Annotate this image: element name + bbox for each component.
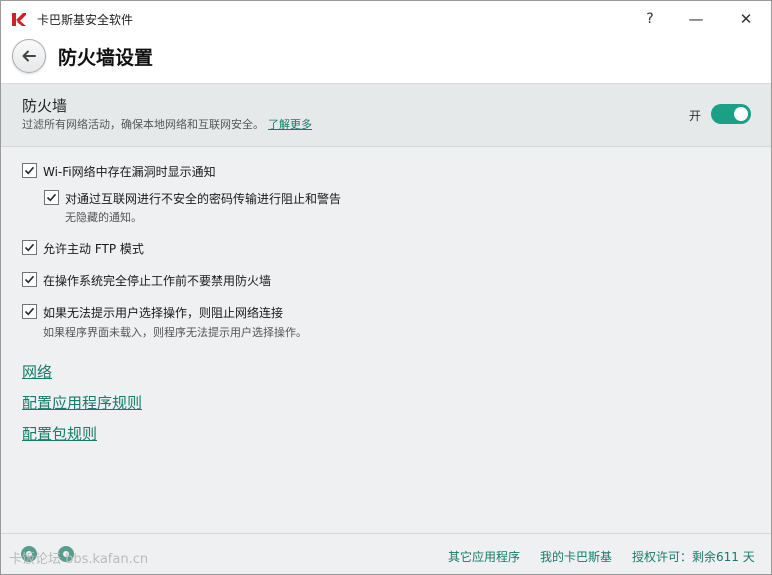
- toggle-state-label: 开: [689, 109, 702, 123]
- checkmark-icon: [24, 166, 35, 175]
- firewall-description-row: 过滤所有网络活动，确保本地网络和互联网安全。 了解更多: [22, 116, 312, 132]
- toggle-knob: [734, 107, 748, 121]
- back-button[interactable]: [12, 39, 46, 73]
- option-insecure-password: 对通过互联网进行不安全的密码传输进行阻止和警告: [44, 190, 444, 208]
- checkmark-icon: [46, 193, 57, 202]
- option-active-ftp: 允许主动 FTP 模式: [22, 240, 422, 258]
- checkmark-icon: [24, 243, 35, 252]
- footer: 卡饭论坛 bbs.kafan.cn 其它应用程序 我的卡巴斯基 授权许可：剩余6…: [1, 533, 771, 574]
- firewall-description: 过滤所有网络活动，确保本地网络和互联网安全。: [22, 118, 264, 131]
- option-label: 在操作系统完全停止工作前不要禁用防火墙: [43, 274, 272, 288]
- app-window: 卡巴斯基安全软件 ? — ✕ 防火墙设置 防火墙 过滤所有网络活动，确保本地网络…: [0, 0, 772, 575]
- network-link[interactable]: 网络: [22, 361, 52, 382]
- checkbox-insecure-password[interactable]: [44, 190, 59, 205]
- checkbox-wifi-vulnerability[interactable]: [22, 163, 37, 178]
- checkbox-block-connections[interactable]: [22, 304, 37, 319]
- checkmark-icon: [24, 307, 35, 316]
- option-block-connections: 如果无法提示用户选择操作，则阻止网络连接: [22, 304, 422, 322]
- option-label: 如果无法提示用户选择操作，则阻止网络连接: [43, 306, 284, 320]
- checkbox-keep-firewall[interactable]: [22, 272, 37, 287]
- packet-rules-link[interactable]: 配置包规则: [22, 423, 97, 444]
- help-button[interactable]: ?: [627, 1, 673, 37]
- page-title: 防火墙设置: [58, 47, 154, 69]
- checkbox-active-ftp[interactable]: [22, 240, 37, 255]
- learn-more-link[interactable]: 了解更多: [268, 118, 312, 131]
- page-header: 防火墙设置: [1, 37, 771, 84]
- main-content: 防火墙 过滤所有网络活动，确保本地网络和互联网安全。 了解更多 开 Wi-Fi网络…: [1, 84, 771, 533]
- minimize-button[interactable]: —: [673, 1, 719, 37]
- arrow-left-icon: [22, 50, 36, 62]
- option-note: 无隐藏的通知。: [65, 211, 142, 224]
- title-bar: 卡巴斯基安全软件 ? — ✕: [1, 1, 771, 37]
- window-title: 卡巴斯基安全软件: [37, 13, 134, 27]
- watermark: 卡饭论坛 bbs.kafan.cn: [9, 552, 149, 567]
- license-link[interactable]: 授权许可：剩余611 天: [632, 548, 755, 565]
- option-wifi-vulnerability: Wi-Fi网络中存在漏洞时显示通知: [22, 163, 422, 181]
- checkmark-icon: [24, 275, 35, 284]
- option-note: 如果程序界面未载入，则程序无法提示用户选择操作。: [43, 326, 307, 339]
- option-label: 允许主动 FTP 模式: [43, 242, 144, 256]
- kaspersky-logo-icon: [12, 13, 26, 26]
- firewall-toggle[interactable]: [711, 104, 751, 124]
- option-label: Wi-Fi网络中存在漏洞时显示通知: [43, 165, 216, 179]
- firewall-section: 防火墙 过滤所有网络活动，确保本地网络和互联网安全。 了解更多 开: [1, 84, 771, 147]
- option-keep-firewall: 在操作系统完全停止工作前不要禁用防火墙: [22, 272, 422, 290]
- firewall-title: 防火墙: [22, 97, 68, 115]
- other-apps-link[interactable]: 其它应用程序: [448, 548, 520, 565]
- option-label: 对通过互联网进行不安全的密码传输进行阻止和警告: [65, 192, 342, 206]
- app-rules-link[interactable]: 配置应用程序规则: [22, 392, 142, 413]
- my-kaspersky-link[interactable]: 我的卡巴斯基: [540, 548, 612, 565]
- close-button[interactable]: ✕: [723, 1, 769, 37]
